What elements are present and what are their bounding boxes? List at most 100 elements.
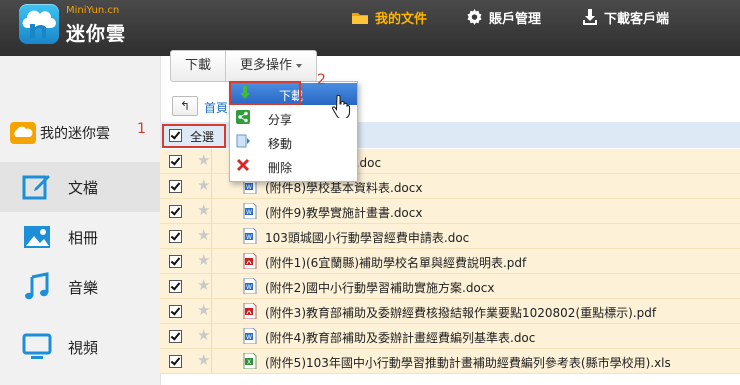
download-icon (583, 8, 597, 25)
monitor-icon (22, 333, 52, 359)
row-checkbox[interactable] (169, 205, 182, 218)
file-row[interactable]: ★ (附件1)(6宜蘭縣)補助學校名單與經費說明表.pdf (160, 249, 740, 274)
file-name[interactable]: (附件9)教學實施計畫書.docx (265, 204, 422, 221)
word-file-icon: W (243, 203, 257, 219)
select-all-label: 全選 (190, 130, 215, 144)
hand-cursor-icon (331, 94, 351, 118)
menu-item-label: 刪除 (268, 161, 293, 175)
word-file-icon: W (243, 228, 257, 244)
breadcrumb-home[interactable]: 首頁 (204, 99, 228, 116)
back-button[interactable]: ↰ (172, 96, 198, 116)
sidebar-item-videos[interactable]: 視頻 (0, 322, 160, 372)
file-name[interactable]: 103頭城國小行動學習經費申請表.doc (265, 229, 469, 246)
cloud-icon (10, 122, 36, 144)
photo-icon (24, 226, 50, 248)
sidebar-item-documents[interactable]: 文檔 (0, 162, 160, 212)
row-checkbox[interactable] (169, 255, 182, 268)
checkbox-checked (169, 129, 182, 142)
sidebar-item-label: 相冊 (68, 228, 99, 247)
file-row[interactable]: ★ (附件3)教育部補助及委辦經費核撥結報作業要點1020802(重點標示).pd… (160, 299, 740, 324)
star-icon[interactable]: ★ (197, 202, 210, 218)
word-file-icon: W (243, 328, 257, 344)
sidebar-item-label: 音樂 (68, 278, 99, 297)
file-row[interactable]: ★ W (附件9)教學實施計畫書.docx (160, 199, 740, 224)
toolbar: 下載 更多操作 (170, 50, 318, 82)
annotation-highlight-download (229, 81, 301, 105)
svg-text:W: W (246, 209, 252, 216)
star-icon[interactable]: ★ (197, 327, 210, 343)
file-row[interactable]: ★ X (附件5)103年國中小行動學習推動計畫補助經費編列參考表(縣市學校用).x… (160, 349, 740, 374)
delete-x-icon (236, 158, 250, 172)
sidebar-my-cloud[interactable]: 我的迷你雲 (10, 122, 110, 144)
folder-icon (352, 12, 368, 24)
pdf-file-icon (243, 253, 257, 269)
top-header: MiniYun.cn 迷你雲 我的文件 賬戶管理 下載客戶端 (0, 0, 740, 56)
menu-item-move[interactable]: 移動 (230, 131, 357, 153)
file-name[interactable]: (附件4)教育部補助及委辦計畫經費編列基準表.doc (265, 329, 535, 346)
sidebar-item-music[interactable]: 音樂 (0, 262, 160, 312)
star-icon[interactable]: ★ (197, 302, 210, 318)
more-actions-label: 更多操作 (240, 58, 293, 73)
star-icon[interactable]: ★ (197, 252, 210, 268)
row-checkbox[interactable] (169, 355, 182, 368)
excel-file-icon: X (243, 353, 257, 369)
nav-download-client[interactable]: 下載客戶端 (582, 8, 669, 27)
music-note-icon (25, 272, 49, 300)
sidebar-item-photos[interactable]: 相冊 (0, 212, 160, 262)
move-icon (236, 134, 250, 148)
star-icon[interactable]: ★ (197, 277, 210, 293)
column-divider (211, 324, 212, 348)
star-icon[interactable]: ★ (197, 352, 210, 368)
share-icon (236, 110, 250, 124)
logo-subtitle: MiniYun.cn (66, 5, 120, 16)
document-edit-icon (22, 175, 50, 200)
nav-label: 我的文件 (375, 11, 428, 27)
file-name[interactable]: (附件5)103年國中小行動學習推動計畫補助經費編列參考表(縣市學校用).xls (265, 354, 671, 371)
nav-my-files[interactable]: 我的文件 (351, 8, 428, 27)
row-checkbox[interactable] (169, 230, 182, 243)
logo-icon[interactable] (19, 4, 59, 44)
svg-text:W: W (246, 284, 252, 291)
star-icon[interactable]: ★ (197, 227, 210, 243)
menu-item-label: 移動 (268, 137, 293, 151)
column-divider (211, 174, 212, 198)
logo-title: 迷你雲 (66, 23, 127, 45)
caret-down-icon (296, 63, 303, 68)
nav-account[interactable]: 賬戶管理 (466, 8, 542, 27)
menu-item-label: 分享 (268, 113, 293, 127)
column-divider (211, 299, 212, 323)
row-checkbox[interactable] (169, 280, 182, 293)
file-row[interactable]: ★ W 103頭城國小行動學習經費申請表.doc (160, 224, 740, 249)
file-name[interactable]: (附件1)(6宜蘭縣)補助學校名單與經費說明表.pdf (265, 254, 526, 271)
word-file-icon: W (243, 278, 257, 294)
row-checkbox[interactable] (169, 180, 182, 193)
star-icon[interactable]: ★ (197, 177, 210, 193)
file-name[interactable]: (附件3)教育部補助及委辦經費核撥結報作業要點1020802(重點標示).pdf (265, 304, 656, 321)
download-button[interactable]: 下載 (171, 51, 225, 81)
file-row[interactable]: ★ W (附件4)教育部補助及委辦計畫經費編列基準表.doc (160, 324, 740, 349)
column-divider (211, 149, 212, 173)
annotation-1: 1 (137, 121, 146, 137)
column-divider (211, 199, 212, 223)
file-row[interactable]: ★ W (附件2)國中小行動學習補助實施方案.docx (160, 274, 740, 299)
row-checkbox[interactable] (169, 305, 182, 318)
pdf-file-icon (243, 303, 257, 319)
sidebar-item-label: 文檔 (68, 178, 99, 197)
column-divider (211, 349, 212, 373)
more-actions-button[interactable]: 更多操作 (225, 51, 316, 81)
column-divider (211, 224, 212, 248)
svg-text:X: X (247, 359, 251, 366)
star-icon[interactable]: ★ (197, 152, 210, 168)
column-divider (211, 249, 212, 273)
row-checkbox[interactable] (169, 155, 182, 168)
nav-label: 賬戶管理 (489, 11, 542, 27)
annotation-2: 2 (317, 72, 326, 88)
file-name[interactable]: (附件2)國中小行動學習補助實施方案.docx (265, 279, 494, 296)
sidebar-item-label: 視頻 (68, 338, 99, 357)
gear-icon (467, 8, 482, 25)
svg-text:W: W (246, 184, 252, 191)
menu-item-delete[interactable]: 刪除 (230, 155, 357, 177)
select-all-checkbox[interactable]: 全選 (162, 124, 226, 148)
row-checkbox[interactable] (169, 330, 182, 343)
svg-text:W: W (246, 334, 252, 341)
